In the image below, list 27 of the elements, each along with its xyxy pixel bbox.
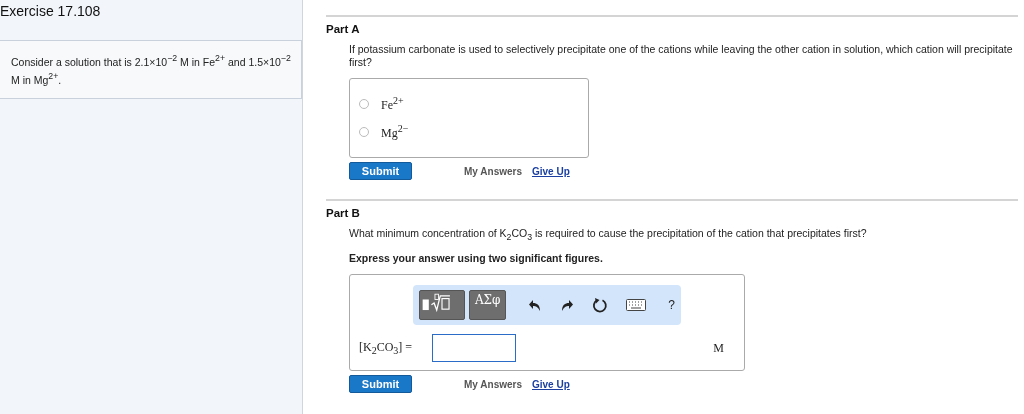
part-title: Part A — [326, 23, 361, 35]
instruction-text: Express your answer using two significant figures. — [349, 252, 604, 265]
help-button[interactable]: ? — [668, 298, 675, 313]
submit-button[interactable]: Submit — [349, 162, 412, 180]
radio-button[interactable] — [359, 127, 369, 137]
option-label[interactable]: Fe$^{2+}$ — [381, 95, 404, 113]
unit-label: M — [713, 340, 724, 356]
part-title: Part B — [326, 207, 361, 219]
give-up-link[interactable]: Give Up — [532, 378, 570, 390]
question-text: What minimum concentration of K$_{2}$CO$_{3}$ is required to cause the precipitation of the cation that precipitates first? — [349, 227, 868, 245]
answer-label: [K$_{2}$CO$_{3}$] = — [359, 339, 414, 357]
exercise-title: Exercise 17.108 — [0, 2, 102, 21]
my-answers-link[interactable]: My Answers — [464, 165, 522, 177]
undo-icon[interactable] — [528, 298, 543, 313]
symbols-button[interactable]: ΑΣφ — [469, 290, 507, 321]
option-label[interactable]: Mg$^{2−}$ — [381, 123, 409, 141]
keyboard-icon[interactable] — [626, 299, 647, 312]
reset-icon[interactable] — [592, 297, 609, 314]
template-button[interactable] — [419, 290, 465, 321]
give-up-link[interactable]: Give Up — [532, 165, 570, 177]
problem-statement: Consider a solution that is 2.1×10$^{−2}$ M in Fe$^{2+}$ and 1.5×10$^{−2}$ M in Mg$^{2+}$. — [0, 40, 302, 99]
radio-button[interactable] — [359, 99, 369, 109]
answer-field[interactable] — [432, 334, 516, 363]
question-text: If potassium carbonate is used to selectively precipitate one of the cations while leaving the other cation in solution, which cation will precipitate first? — [349, 43, 1014, 69]
submit-button[interactable]: Submit — [349, 375, 412, 394]
my-answers-link[interactable]: My Answers — [464, 378, 522, 390]
redo-icon[interactable] — [560, 298, 575, 313]
